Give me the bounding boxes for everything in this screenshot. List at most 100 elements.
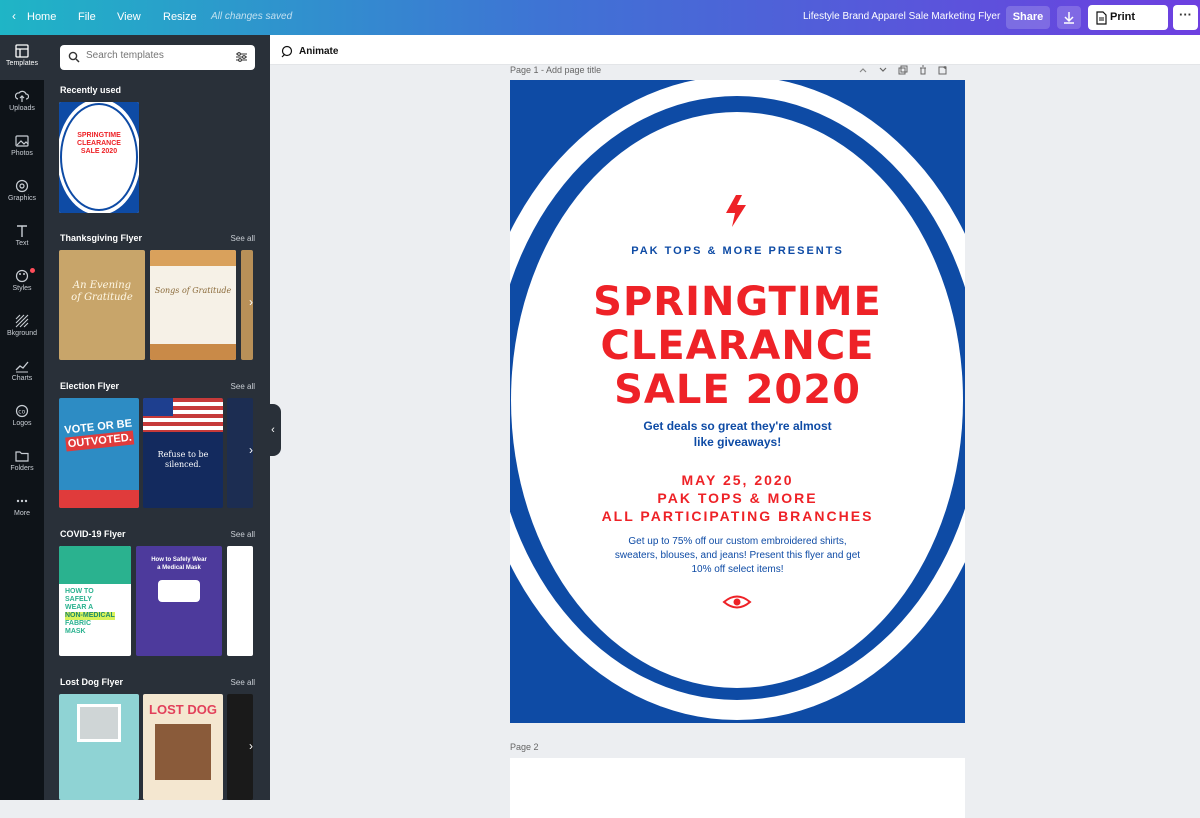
palette-icon [15, 269, 29, 283]
scroll-right-election[interactable]: › [244, 443, 258, 463]
headline-line: CLEARANCE [600, 323, 875, 369]
section-title-recent: Recently used [60, 85, 122, 95]
rail-text[interactable]: Text [0, 215, 44, 260]
thumb-line: An Evening [72, 280, 132, 291]
rail-label: Text [15, 240, 29, 247]
print-flyers-button[interactable]: Print Flyers [1088, 5, 1168, 48]
headline-line: SPRINGTIME [593, 279, 882, 325]
file-menu[interactable]: File [78, 11, 96, 23]
share-button[interactable]: Share [1006, 6, 1050, 29]
see-all-lost-dog[interactable]: See all [231, 678, 255, 687]
thumb-line: HOW TO [65, 588, 94, 595]
see-all-thanksgiving[interactable]: See all [231, 234, 255, 243]
see-all-covid[interactable]: See all [231, 530, 255, 539]
template-thumb-thanksgiving-1[interactable]: An Evening of Gratitude [59, 250, 145, 360]
thumb-line: silenced. [165, 460, 201, 469]
view-menu[interactable]: View [117, 11, 141, 23]
download-button[interactable] [1057, 6, 1081, 29]
thumb-red-band [59, 490, 139, 508]
editor-toolbar: Animate [270, 35, 1200, 65]
template-thumb-election-1[interactable]: VOTE OR BE OUTVOTED. [59, 398, 139, 508]
thumb-line: SALE 2020 [80, 148, 118, 155]
flyer-body-text: Get up to 75% off our custom embroidered… [510, 535, 965, 577]
search-box[interactable] [60, 45, 255, 70]
rail-uploads[interactable]: Uploads [0, 80, 44, 125]
rail-label: Styles [12, 285, 32, 292]
folder-icon [15, 451, 29, 462]
rail-label: Graphics [7, 195, 36, 202]
logo-co-icon: co [15, 404, 29, 418]
scroll-right-thanksgiving[interactable]: › [244, 295, 258, 315]
document-icon [1096, 11, 1107, 25]
shapes-icon [15, 179, 29, 193]
thumb-thanks2-text: Songs of Gratitude [154, 286, 232, 295]
document-title[interactable]: Lifestyle Brand Apparel Sale Marketing F… [803, 11, 1000, 22]
chevron-right-icon: › [249, 295, 253, 309]
tagline-line: like giveaways! [693, 435, 782, 449]
rail-templates[interactable]: Templates [0, 35, 44, 80]
page-1-title[interactable]: Page 1 - Add page title [510, 65, 601, 75]
rail-logos[interactable]: co Logos [0, 395, 44, 440]
thumb-mask-art [158, 580, 200, 602]
rail-folders[interactable]: Folders [0, 440, 44, 485]
rail-label: Photos [11, 150, 33, 157]
section-title-thanksgiving: Thanksgiving Flyer [60, 233, 143, 243]
thumb-line: MASK [65, 628, 86, 635]
thumb-covid2-text: How to Safely Wear a Medical Mask [136, 556, 222, 572]
rail-more[interactable]: More [0, 485, 44, 530]
trash-icon[interactable] [918, 65, 928, 75]
event-line: MAY 25, 2020 [681, 472, 794, 488]
thumb-dog-photo [77, 704, 121, 742]
animate-button[interactable]: Animate [280, 43, 338, 59]
lightning-bolt-icon [726, 195, 746, 227]
template-thumb-covid-1[interactable]: HOW TO SAFELY WEAR A NON-MEDICAL FABRIC … [59, 546, 131, 656]
rail-styles[interactable]: Styles [0, 260, 44, 305]
see-all-election[interactable]: See all [231, 382, 255, 391]
save-status: All changes saved [211, 11, 293, 22]
thumb-line: FABRIC [65, 620, 92, 627]
thumb-leaves-bottom [150, 344, 236, 360]
rail-background[interactable]: Bkground [0, 305, 44, 350]
thumb-flag-canton [143, 398, 173, 416]
template-thumb-recent[interactable]: SPRINGTIME CLEARANCE SALE 2020 [59, 102, 139, 213]
notification-dot [30, 268, 35, 273]
photo-icon [15, 135, 29, 147]
rail-label: More [14, 510, 30, 517]
event-line: PAK TOPS & MORE [657, 490, 818, 506]
templates-panel: Recently used SPRINGTIME CLEARANCE SALE … [44, 35, 270, 800]
page-2-title[interactable]: Page 2 [510, 742, 539, 752]
search-input[interactable] [86, 50, 226, 61]
filter-sliders-icon[interactable] [235, 51, 248, 63]
template-thumb-lost-dog-1[interactable] [59, 694, 139, 800]
rail-photos[interactable]: Photos [0, 125, 44, 170]
template-thumb-covid-2[interactable]: How to Safely Wear a Medical Mask [136, 546, 222, 656]
back-chevron-icon[interactable]: ‹ [12, 9, 16, 23]
resize-menu[interactable]: Resize [163, 11, 197, 23]
thumb-line: SPRINGTIME [77, 132, 121, 139]
add-page-icon[interactable] [938, 65, 948, 75]
animate-label: Animate [299, 45, 339, 57]
rail-label: Uploads [9, 105, 35, 112]
chevron-down-icon[interactable] [878, 65, 888, 75]
flyer-page-2[interactable] [510, 758, 965, 818]
rail-graphics[interactable]: Graphics [0, 170, 44, 215]
template-thumb-election-2[interactable]: Refuse to be silenced. [143, 398, 223, 508]
design-canvas: Page 1 - Add page title PAK TOPS & MORE … [270, 65, 1200, 818]
template-thumb-thanksgiving-2[interactable]: Songs of Gratitude [150, 250, 236, 360]
rail-label: Logos [12, 420, 32, 427]
template-thumb-lost-dog-2[interactable]: LOST DOG [143, 694, 223, 800]
flyer-headline: SPRINGTIME CLEARANCE SALE 2020 [510, 280, 965, 412]
rail-charts[interactable]: Charts [0, 350, 44, 395]
headline-line: SALE 2020 [614, 367, 861, 413]
hatch-icon [15, 314, 29, 328]
scroll-right-covid[interactable]: › [244, 591, 258, 611]
duplicate-icon[interactable] [898, 65, 908, 75]
body-line: Get up to 75% off our custom embroidered… [628, 536, 847, 547]
svg-text:co: co [18, 409, 25, 416]
home-button[interactable]: Home [27, 11, 56, 23]
flyer-page-1[interactable]: PAK TOPS & MORE PRESENTS SPRINGTIME CLEA… [510, 80, 965, 723]
chevron-up-icon[interactable] [858, 65, 868, 75]
scroll-right-lost-dog[interactable]: › [244, 739, 258, 759]
upload-cloud-icon [15, 90, 29, 102]
more-options-button[interactable]: ··· [1173, 5, 1198, 30]
